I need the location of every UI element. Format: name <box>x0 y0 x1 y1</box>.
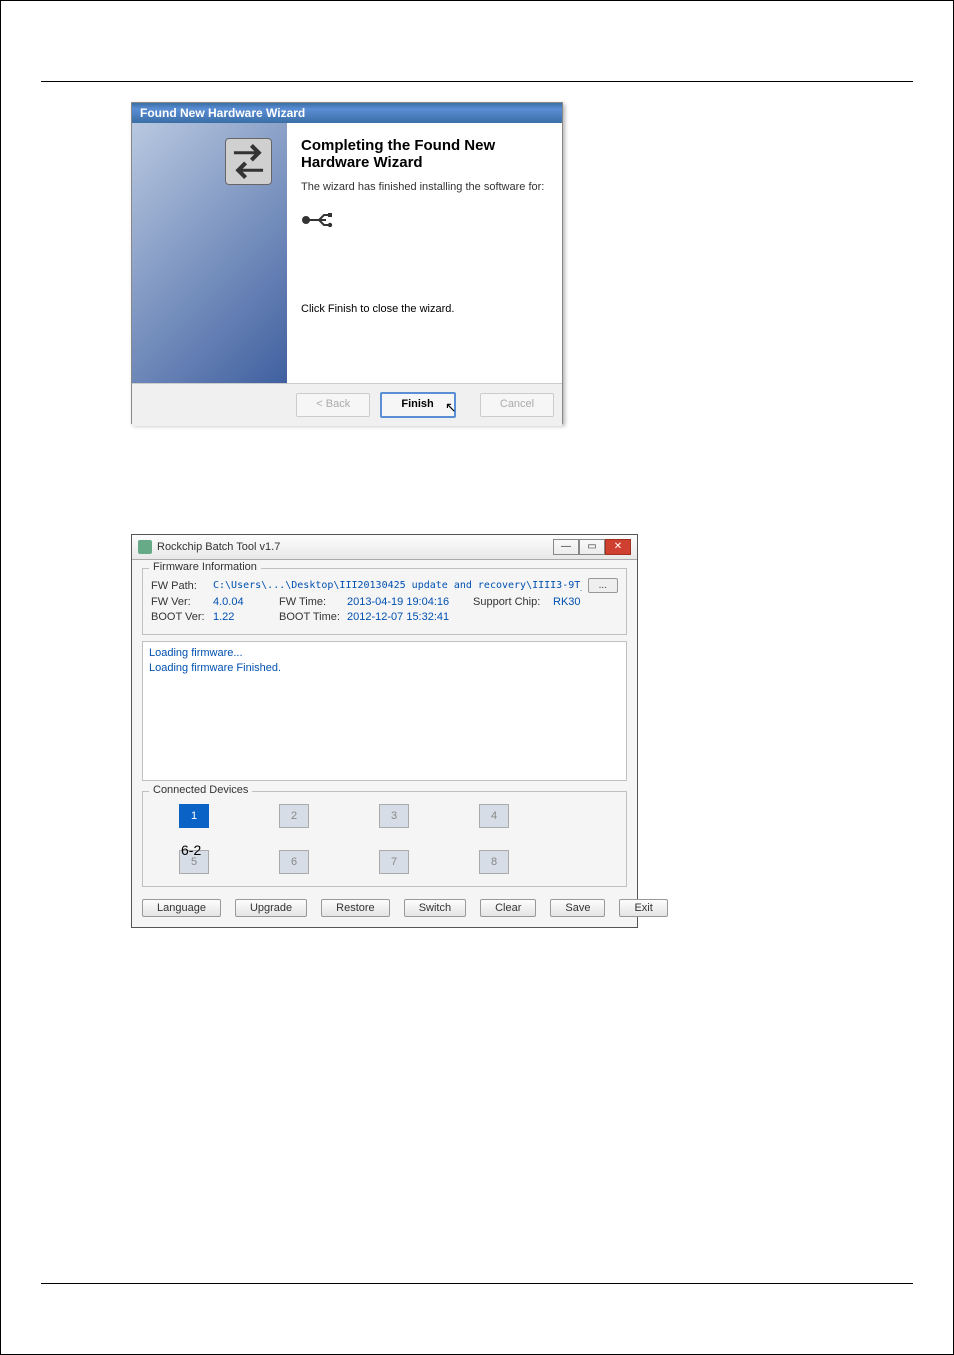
device-slot-3[interactable]: 3 <box>379 804 409 828</box>
device-slot-2[interactable]: 2 <box>279 804 309 828</box>
connected-devices-group: Connected Devices 1 2 3 4 6-2 5 6 7 8 <box>142 791 627 887</box>
save-button[interactable]: Save <box>550 899 605 917</box>
page-header <box>41 11 913 82</box>
fwpath-value: C:\Users\...\Desktop\III20130425 update … <box>213 580 582 591</box>
supportchip-label: Support Chip: <box>473 596 547 608</box>
rocktool-title-text: Rockchip Batch Tool v1.7 <box>157 541 280 553</box>
close-button[interactable]: ✕ <box>605 539 631 555</box>
wizard-body: Completing the Found New Hardware Wizard… <box>132 123 562 383</box>
page-footer <box>41 1283 913 1334</box>
rocktool-titlebar: Rockchip Batch Tool v1.7 — ▭ ✕ <box>132 535 637 560</box>
log-line: Loading firmware... <box>149 646 620 661</box>
upgrade-button[interactable]: Upgrade <box>235 899 307 917</box>
log-panel: Loading firmware... Loading firmware Fin… <box>142 641 627 781</box>
wizard-button-row: < Back Finish ↖ Cancel <box>132 383 562 426</box>
boottime-label: BOOT Time: <box>279 611 341 623</box>
fwtime-value: 2013-04-19 19:04:16 <box>347 596 467 608</box>
usb-icon <box>301 211 548 232</box>
wizard-titlebar: Found New Hardware Wizard <box>132 103 562 123</box>
back-button: < Back <box>296 393 370 417</box>
bootver-label: BOOT Ver: <box>151 611 207 623</box>
supportchip-value: RK30 <box>553 596 613 608</box>
rocktool-body: Firmware Information FW Path: C:\Users\.… <box>132 560 637 927</box>
toolbar: Language Upgrade Restore Switch Clear Sa… <box>142 899 627 917</box>
wizard-main: Completing the Found New Hardware Wizard… <box>287 123 562 383</box>
browse-button[interactable]: ... <box>588 578 618 593</box>
wizard-description: The wizard has finished installing the s… <box>301 181 548 193</box>
mouse-cursor-icon: ↖ <box>445 399 457 416</box>
fwver-value: 4.0.04 <box>213 596 273 608</box>
window-controls: — ▭ ✕ <box>553 539 631 555</box>
fwpath-label: FW Path: <box>151 580 207 592</box>
callout-label: 6-2 <box>181 842 201 858</box>
language-button[interactable]: Language <box>142 899 221 917</box>
log-line: Loading firmware Finished. <box>149 661 620 676</box>
hardware-icon <box>225 138 272 185</box>
found-new-hardware-wizard: Found New Hardware Wizard Completing the… <box>131 102 563 424</box>
wizard-heading: Completing the Found New Hardware Wizard <box>301 137 548 171</box>
cancel-button: Cancel <box>480 393 554 417</box>
wizard-sidebar <box>132 123 287 383</box>
bootver-value: 1.22 <box>213 611 273 623</box>
firmware-info-group: Firmware Information FW Path: C:\Users\.… <box>142 568 627 635</box>
device-slot-1[interactable]: 1 <box>179 804 209 828</box>
device-slot-7[interactable]: 7 <box>379 850 409 874</box>
minimize-button[interactable]: — <box>553 539 579 555</box>
boottime-value: 2012-12-07 15:32:41 <box>347 611 449 623</box>
restore-button[interactable]: Restore <box>321 899 390 917</box>
clear-button[interactable]: Clear <box>480 899 536 917</box>
devices-group-label: Connected Devices <box>149 784 252 796</box>
device-slot-6[interactable]: 6 <box>279 850 309 874</box>
device-slot-8[interactable]: 8 <box>479 850 509 874</box>
rockchip-batch-tool-window: Rockchip Batch Tool v1.7 — ▭ ✕ Firmware … <box>131 534 638 928</box>
maximize-button[interactable]: ▭ <box>579 539 605 555</box>
firmware-group-label: Firmware Information <box>149 561 261 573</box>
wizard-hint: Click Finish to close the wizard. <box>301 303 454 315</box>
exit-button[interactable]: Exit <box>619 899 667 917</box>
device-slot-4[interactable]: 4 <box>479 804 509 828</box>
switch-button[interactable]: Switch <box>404 899 466 917</box>
fwtime-label: FW Time: <box>279 596 341 608</box>
app-icon <box>138 540 152 554</box>
fwver-label: FW Ver: <box>151 596 207 608</box>
